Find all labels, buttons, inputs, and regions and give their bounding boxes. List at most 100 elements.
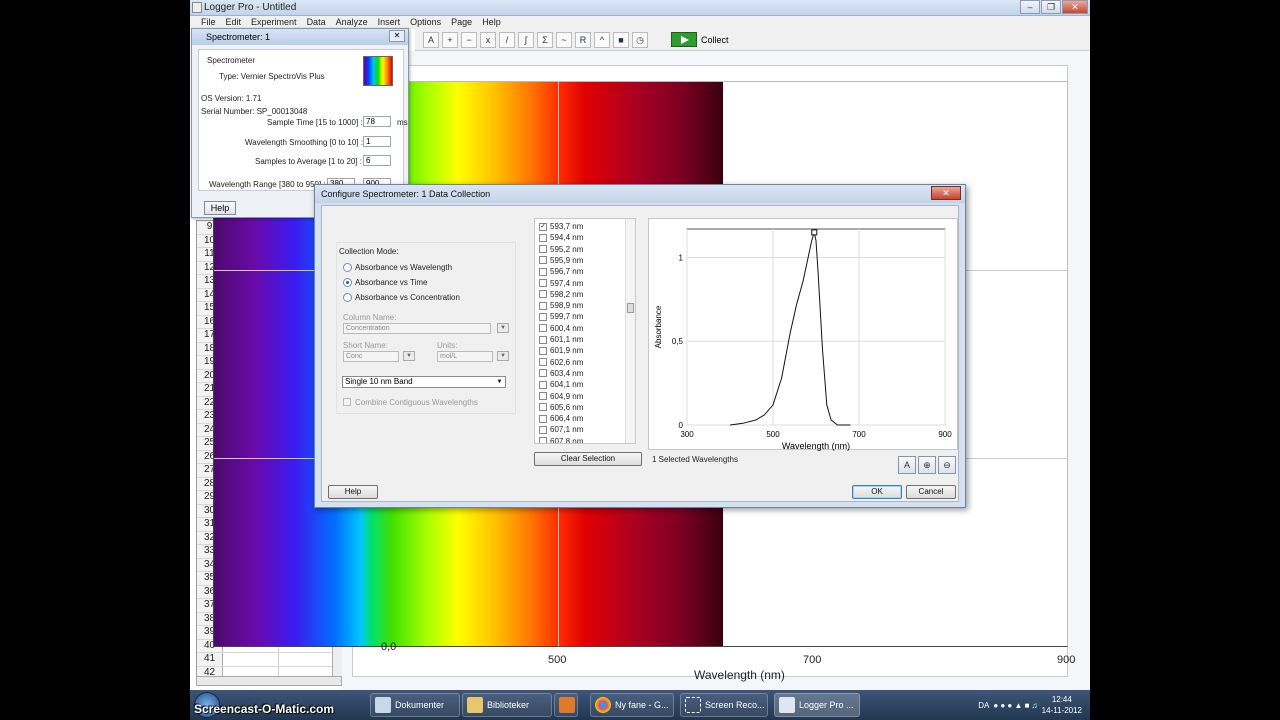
wavelength-item[interactable]: 598,2 nm — [539, 289, 583, 300]
tangent-icon[interactable]: / — [499, 31, 515, 48]
wavelength-item[interactable]: 597,4 nm — [539, 278, 583, 289]
sample-time-input[interactable]: 78 — [363, 116, 391, 127]
clear-selection-button[interactable]: Clear Selection — [534, 452, 642, 466]
table-horizontal-scrollbar[interactable] — [196, 676, 342, 686]
ok-button[interactable]: OK — [852, 485, 902, 499]
wavelength-item[interactable]: 601,9 nm — [539, 345, 583, 356]
dialog-close-button[interactable]: ✕ — [931, 186, 961, 200]
taskbar-item-dokumenter[interactable]: Dokumenter — [370, 693, 460, 717]
minimize-button[interactable]: – — [1020, 0, 1040, 14]
wavelength-item[interactable]: 598,9 nm — [539, 300, 583, 311]
units-dropdown[interactable]: ▼ — [497, 351, 509, 361]
menu-help[interactable]: Help — [477, 16, 506, 29]
spectrometer-icon[interactable]: ■ — [613, 31, 629, 48]
taskbar-item-chrome[interactable]: Ny fane - G... — [590, 693, 674, 717]
wavelength-checkbox[interactable] — [539, 290, 547, 299]
wavelength-checkbox[interactable]: ✓ — [539, 222, 547, 231]
radio-abs-vs-concentration[interactable] — [343, 293, 352, 302]
absorbance-preview-graph[interactable]: 300 500 700 900 0 0,5 1 Wavelength (nm) Absorban… — [648, 218, 958, 451]
wavelength-checkbox[interactable] — [539, 267, 547, 276]
smoothing-input[interactable]: 1 — [363, 136, 391, 147]
wavelength-checkbox[interactable] — [539, 392, 547, 400]
short-name-dropdown[interactable]: ▼ — [403, 351, 415, 361]
wavelength-list[interactable]: ✓ 593,7 nm 594,4 nm 595,2 nm 595,9 nm 596,7 n… — [534, 218, 636, 444]
taskbar-item-biblioteker[interactable]: Biblioteker — [462, 693, 552, 717]
wavelength-checkbox[interactable] — [539, 425, 547, 434]
linear-fit-icon[interactable]: R — [575, 31, 591, 48]
column-name-input[interactable]: Concentration — [343, 323, 491, 334]
band-select[interactable]: Single 10 nm Band ▼ — [342, 376, 506, 388]
wavelength-checkbox[interactable] — [539, 369, 547, 378]
column-name-dropdown[interactable]: ▼ — [497, 323, 509, 333]
wavelength-checkbox[interactable] — [539, 380, 547, 389]
clock[interactable]: 12:44 14-11-2012 — [1042, 694, 1082, 716]
wavelength-item[interactable]: 603,4 nm — [539, 368, 583, 379]
zoom-in-icon[interactable]: + — [442, 31, 458, 48]
wavelength-item[interactable]: 599,7 nm — [539, 311, 583, 322]
language-indicator[interactable]: DA — [978, 701, 989, 710]
wavelength-checkbox[interactable] — [539, 324, 547, 333]
wavelength-checkbox[interactable] — [539, 312, 547, 321]
wavelength-item[interactable]: 600,4 nm — [539, 323, 583, 334]
autoscale-icon[interactable]: A — [898, 456, 916, 474]
wavelength-item[interactable]: 594,4 nm — [539, 232, 583, 243]
table-cell[interactable] — [223, 653, 279, 666]
dialog-help-button[interactable]: Help — [328, 485, 378, 499]
wavelength-checkbox[interactable] — [539, 437, 547, 443]
mode-label-concentration[interactable]: Absorbance vs Concentration — [355, 293, 460, 302]
scroll-thumb[interactable] — [627, 303, 634, 313]
integral-icon[interactable]: ∫ — [518, 31, 534, 48]
zoom-in-icon[interactable]: ⊕ — [918, 456, 936, 474]
autoscale-icon[interactable]: A — [423, 31, 439, 48]
short-name-input[interactable]: Conc — [343, 351, 399, 362]
taskbar-item-logger-pro[interactable]: Logger Pro ... — [774, 693, 860, 717]
timer-icon[interactable]: ◷ — [632, 31, 648, 48]
combine-checkbox[interactable] — [343, 398, 351, 406]
wavelength-item[interactable]: 602,6 nm — [539, 357, 583, 368]
radio-abs-vs-time[interactable] — [343, 278, 352, 287]
examine-icon[interactable]: x — [480, 31, 496, 48]
wavelength-checkbox[interactable] — [539, 346, 547, 355]
maximize-button[interactable]: ❐ — [1041, 0, 1061, 14]
wavelength-list-scrollbar[interactable] — [625, 219, 635, 443]
close-button[interactable]: ✕ — [1062, 0, 1088, 14]
tray-icons[interactable]: ● ● ● ▲ ■ ♫ — [993, 701, 1037, 710]
spectrometer-close-button[interactable]: ✕ — [389, 30, 405, 42]
wavelength-item[interactable]: 605,6 nm — [539, 402, 583, 413]
units-input[interactable]: mol/L — [437, 351, 493, 362]
average-input[interactable]: 6 — [363, 155, 391, 166]
collect-button[interactable]: Collect — [671, 32, 729, 47]
taskbar-item-media[interactable] — [554, 693, 578, 717]
menu-page[interactable]: Page — [446, 16, 477, 29]
wavelength-item[interactable]: 607,1 nm — [539, 424, 583, 435]
wavelength-item[interactable]: 604,1 nm — [539, 379, 583, 390]
wavelength-item[interactable]: 604,9 nm — [539, 391, 583, 402]
zoom-out-icon[interactable]: − — [461, 31, 477, 48]
zoom-out-icon[interactable]: ⊖ — [938, 456, 956, 474]
wavelength-checkbox[interactable] — [539, 233, 547, 242]
stats-icon[interactable]: Σ — [537, 31, 553, 48]
table-row[interactable]: 41 — [197, 653, 343, 667]
wavelength-item[interactable]: ✓ 593,7 nm — [539, 221, 583, 232]
wavelength-checkbox[interactable] — [539, 279, 547, 287]
mode-label-wavelength[interactable]: Absorbance vs Wavelength — [355, 263, 452, 272]
menu-options[interactable]: Options — [405, 16, 446, 29]
wavelength-checkbox[interactable] — [539, 256, 547, 265]
wavelength-item[interactable]: 601,1 nm — [539, 334, 583, 345]
peak-icon[interactable]: ^ — [594, 31, 610, 48]
wavelength-item[interactable]: 606,4 nm — [539, 413, 583, 424]
spectrometer-help-button[interactable]: Help — [204, 201, 236, 215]
wavelength-checkbox[interactable] — [539, 414, 547, 423]
taskbar-item-screen-recorder[interactable]: Screen Reco... — [680, 693, 768, 717]
wavelength-checkbox[interactable] — [539, 358, 547, 367]
wavelength-item[interactable]: 595,2 nm — [539, 244, 583, 255]
cancel-button[interactable]: Cancel — [906, 485, 956, 499]
wavelength-item[interactable]: 596,7 nm — [539, 266, 583, 277]
wavelength-checkbox[interactable] — [539, 301, 547, 310]
wavelength-item[interactable]: 607,8 nm — [539, 436, 583, 443]
wavelength-checkbox[interactable] — [539, 335, 547, 344]
radio-abs-vs-wavelength[interactable] — [343, 263, 352, 272]
mode-label-time[interactable]: Absorbance vs Time — [355, 278, 427, 287]
wavelength-item[interactable]: 595,9 nm — [539, 255, 583, 266]
wavelength-checkbox[interactable] — [539, 403, 547, 412]
